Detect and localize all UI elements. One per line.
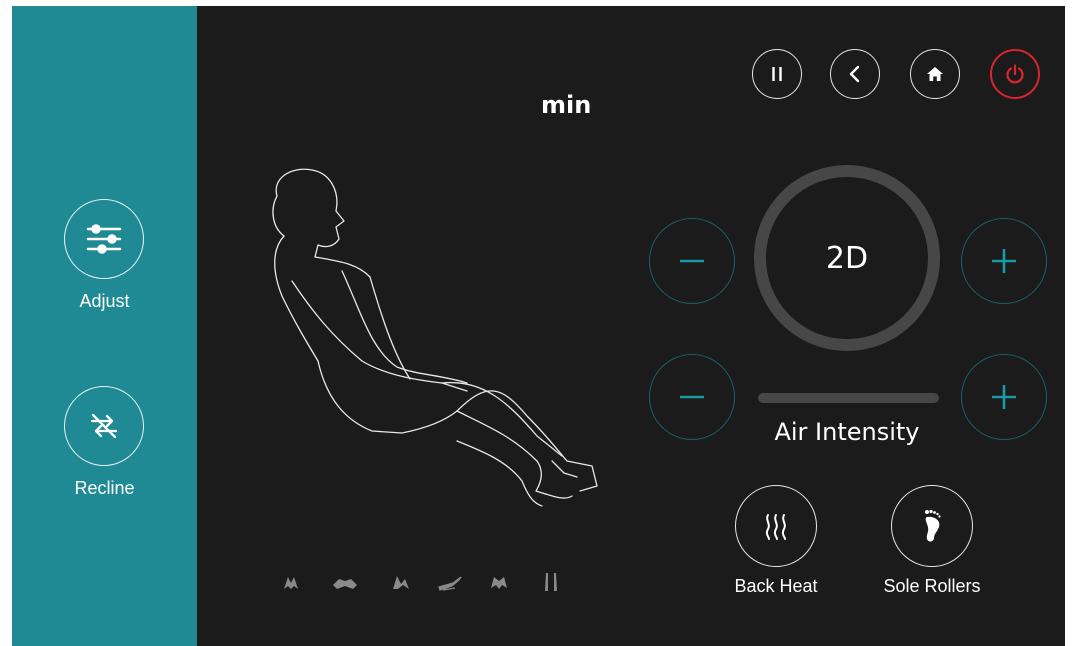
power-icon: [1006, 64, 1024, 84]
air-intensity-bar: [758, 393, 939, 403]
home-button[interactable]: [910, 49, 960, 99]
foot-icon: [925, 509, 941, 542]
pause-icon: [772, 67, 782, 81]
recline-label: Recline: [74, 478, 135, 498]
hands-preset-icon[interactable]: [280, 571, 302, 593]
mode-dial[interactable]: 2D: [754, 165, 940, 351]
power-button[interactable]: [990, 49, 1040, 99]
air-decrease-button[interactable]: [649, 354, 735, 440]
legs-preset-icon[interactable]: [542, 571, 560, 593]
plus-icon: [992, 385, 1016, 409]
chevron-left-icon: [849, 65, 860, 83]
app-screen: Adjust Recline min 2D Air Intensity Back…: [12, 6, 1065, 646]
mode-decrease-button[interactable]: [649, 218, 735, 304]
back-heat-label: Back Heat: [734, 576, 818, 596]
pause-button[interactable]: [752, 49, 802, 99]
mode-value: 2D: [825, 240, 869, 276]
sidebar: Adjust Recline: [12, 6, 197, 646]
recline-button[interactable]: [64, 386, 144, 466]
adjust-button[interactable]: [64, 199, 144, 279]
minus-icon: [680, 395, 704, 399]
body-figure-illustration: [272, 168, 598, 507]
back-button[interactable]: [830, 49, 880, 99]
recline-icon: [90, 413, 118, 439]
mode-increase-button[interactable]: [961, 218, 1047, 304]
plus-icon: [992, 249, 1016, 273]
sliders-icon: [86, 224, 122, 254]
sole-rollers-button[interactable]: [891, 485, 973, 567]
air-increase-button[interactable]: [961, 354, 1047, 440]
air-intensity-label: Air Intensity: [774, 418, 920, 446]
adjust-label: Adjust: [79, 291, 130, 311]
minus-icon: [680, 259, 704, 263]
recline-preset-icon[interactable]: [437, 571, 463, 593]
heat-icon: [765, 514, 786, 540]
session-time: min: [541, 91, 592, 119]
stretch-preset-icon[interactable]: [488, 571, 510, 593]
home-icon: [927, 67, 943, 81]
shoulder-preset-icon[interactable]: [331, 571, 359, 593]
back-heat-button[interactable]: [735, 485, 817, 567]
hands2-preset-icon[interactable]: [390, 571, 412, 593]
sole-rollers-label: Sole Rollers: [883, 576, 981, 596]
